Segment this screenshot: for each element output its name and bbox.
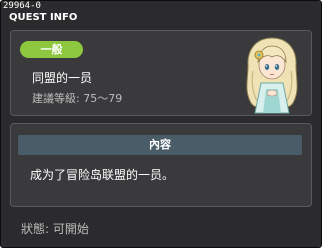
npc-portrait-icon — [246, 37, 298, 114]
window-title: QUEST INFO — [9, 12, 78, 23]
content-header: 內容 — [18, 135, 302, 155]
quest-name: 同盟的一员 — [32, 71, 93, 85]
quest-summary-panel: 一般 同盟的一员 建議等級: 75～79 — [10, 30, 312, 116]
quest-content-panel: 內容 成为了冒险岛联盟的一员。 — [10, 123, 312, 207]
quest-type-badge: 一般 — [20, 41, 83, 58]
quest-info-window: 29964-0 QUEST INFO 一般 同盟的一员 建議等級: 75～79 — [0, 0, 322, 248]
quest-status: 狀態: 可開始 — [21, 222, 89, 236]
quest-id-label: 29964-0 — [3, 1, 41, 11]
recommended-level: 建議等級: 75～79 — [32, 92, 123, 105]
content-text: 成为了冒险岛联盟的一员。 — [30, 168, 175, 182]
